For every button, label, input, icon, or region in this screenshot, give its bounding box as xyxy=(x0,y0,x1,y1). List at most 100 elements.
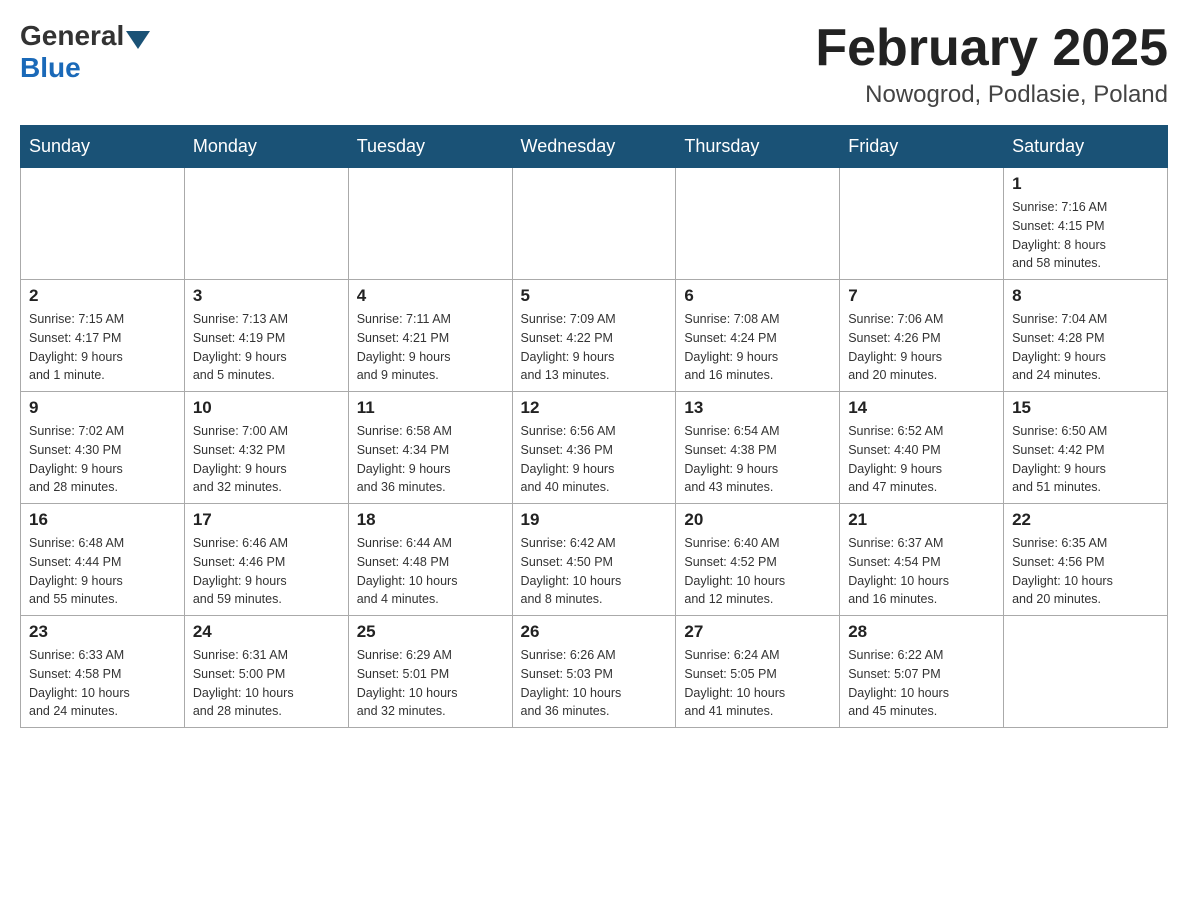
calendar-cell: 8 Sunrise: 7:04 AMSunset: 4:28 PMDaylight… xyxy=(1004,280,1168,392)
day-number: 26 xyxy=(521,622,668,642)
day-info: Sunrise: 6:35 AMSunset: 4:56 PMDaylight:… xyxy=(1012,534,1159,609)
day-number: 27 xyxy=(684,622,831,642)
logo-blue: Blue xyxy=(20,52,81,83)
calendar-cell: 3 Sunrise: 7:13 AMSunset: 4:19 PMDaylight… xyxy=(184,280,348,392)
day-number: 17 xyxy=(193,510,340,530)
calendar-cell: 14 Sunrise: 6:52 AMSunset: 4:40 PMDayligh… xyxy=(840,392,1004,504)
week-row-4: 16 Sunrise: 6:48 AMSunset: 4:44 PMDayligh… xyxy=(21,504,1168,616)
week-row-2: 2Sunrise: 7:15 AMSunset: 4:17 PMDaylight… xyxy=(21,280,1168,392)
calendar-cell: 10 Sunrise: 7:00 AMSunset: 4:32 PMDayligh… xyxy=(184,392,348,504)
calendar-cell: 28Sunrise: 6:22 AMSunset: 5:07 PMDayligh… xyxy=(840,616,1004,728)
calendar-cell: 13Sunrise: 6:54 AMSunset: 4:38 PMDayligh… xyxy=(676,392,840,504)
calendar-cell: 23 Sunrise: 6:33 AMSunset: 4:58 PMDayligh… xyxy=(21,616,185,728)
day-info: Sunrise: 6:40 AMSunset: 4:52 PMDaylight:… xyxy=(684,534,831,609)
weekday-header-thursday: Thursday xyxy=(676,126,840,168)
day-info: Sunrise: 6:26 AMSunset: 5:03 PMDaylight:… xyxy=(521,646,668,721)
day-number: 15 xyxy=(1012,398,1159,418)
day-number: 13 xyxy=(684,398,831,418)
logo-general: General xyxy=(20,20,124,52)
calendar-cell: 5Sunrise: 7:09 AMSunset: 4:22 PMDaylight… xyxy=(512,280,676,392)
day-info: Sunrise: 6:56 AMSunset: 4:36 PMDaylight:… xyxy=(521,422,668,497)
weekday-header-sunday: Sunday xyxy=(21,126,185,168)
calendar-cell: 19Sunrise: 6:42 AMSunset: 4:50 PMDayligh… xyxy=(512,504,676,616)
day-info: Sunrise: 7:00 AMSunset: 4:32 PMDaylight:… xyxy=(193,422,340,497)
calendar-cell: 24 Sunrise: 6:31 AMSunset: 5:00 PMDayligh… xyxy=(184,616,348,728)
calendar-cell xyxy=(348,168,512,280)
day-number: 7 xyxy=(848,286,995,306)
day-info: Sunrise: 7:11 AMSunset: 4:21 PMDaylight:… xyxy=(357,310,504,385)
calendar-cell: 2Sunrise: 7:15 AMSunset: 4:17 PMDaylight… xyxy=(21,280,185,392)
weekday-header-friday: Friday xyxy=(840,126,1004,168)
month-title: February 2025 xyxy=(815,20,1168,77)
calendar-cell xyxy=(840,168,1004,280)
day-number: 3 xyxy=(193,286,340,306)
day-number: 5 xyxy=(521,286,668,306)
day-info: Sunrise: 6:48 AMSunset: 4:44 PMDaylight:… xyxy=(29,534,176,609)
day-info: Sunrise: 6:29 AMSunset: 5:01 PMDaylight:… xyxy=(357,646,504,721)
day-info: Sunrise: 6:50 AMSunset: 4:42 PMDaylight:… xyxy=(1012,422,1159,497)
calendar-cell: 9 Sunrise: 7:02 AMSunset: 4:30 PMDaylight… xyxy=(21,392,185,504)
day-info: Sunrise: 7:15 AMSunset: 4:17 PMDaylight:… xyxy=(29,310,176,385)
day-number: 4 xyxy=(357,286,504,306)
day-info: Sunrise: 6:44 AMSunset: 4:48 PMDaylight:… xyxy=(357,534,504,609)
week-row-5: 23 Sunrise: 6:33 AMSunset: 4:58 PMDayligh… xyxy=(21,616,1168,728)
day-info: Sunrise: 6:58 AMSunset: 4:34 PMDaylight:… xyxy=(357,422,504,497)
weekday-header-wednesday: Wednesday xyxy=(512,126,676,168)
week-row-1: 1Sunrise: 7:16 AMSunset: 4:15 PMDaylight… xyxy=(21,168,1168,280)
day-number: 12 xyxy=(521,398,668,418)
calendar-cell: 18 Sunrise: 6:44 AMSunset: 4:48 PMDayligh… xyxy=(348,504,512,616)
day-number: 24 xyxy=(193,622,340,642)
day-number: 9 xyxy=(29,398,176,418)
calendar-cell: 15 Sunrise: 6:50 AMSunset: 4:42 PMDayligh… xyxy=(1004,392,1168,504)
title-section: February 2025 Nowogrod, Podlasie, Poland xyxy=(815,20,1168,109)
day-number: 21 xyxy=(848,510,995,530)
weekday-header-tuesday: Tuesday xyxy=(348,126,512,168)
calendar-cell: 20Sunrise: 6:40 AMSunset: 4:52 PMDayligh… xyxy=(676,504,840,616)
day-info: Sunrise: 7:13 AMSunset: 4:19 PMDaylight:… xyxy=(193,310,340,385)
day-info: Sunrise: 7:04 AMSunset: 4:28 PMDaylight:… xyxy=(1012,310,1159,385)
calendar-cell: 6 Sunrise: 7:08 AMSunset: 4:24 PMDaylight… xyxy=(676,280,840,392)
calendar-cell: 26 Sunrise: 6:26 AMSunset: 5:03 PMDayligh… xyxy=(512,616,676,728)
day-info: Sunrise: 7:08 AMSunset: 4:24 PMDaylight:… xyxy=(684,310,831,385)
day-number: 6 xyxy=(684,286,831,306)
day-number: 10 xyxy=(193,398,340,418)
weekday-header-row: SundayMondayTuesdayWednesdayThursdayFrid… xyxy=(21,126,1168,168)
day-number: 11 xyxy=(357,398,504,418)
location-title: Nowogrod, Podlasie, Poland xyxy=(815,81,1168,109)
day-number: 22 xyxy=(1012,510,1159,530)
calendar-cell: 17 Sunrise: 6:46 AMSunset: 4:46 PMDayligh… xyxy=(184,504,348,616)
calendar-cell: 22 Sunrise: 6:35 AMSunset: 4:56 PMDayligh… xyxy=(1004,504,1168,616)
day-info: Sunrise: 7:16 AMSunset: 4:15 PMDaylight:… xyxy=(1012,198,1159,273)
calendar-cell: 7 Sunrise: 7:06 AMSunset: 4:26 PMDaylight… xyxy=(840,280,1004,392)
day-info: Sunrise: 6:52 AMSunset: 4:40 PMDaylight:… xyxy=(848,422,995,497)
day-info: Sunrise: 6:24 AMSunset: 5:05 PMDaylight:… xyxy=(684,646,831,721)
day-info: Sunrise: 6:31 AMSunset: 5:00 PMDaylight:… xyxy=(193,646,340,721)
calendar-cell: 21Sunrise: 6:37 AMSunset: 4:54 PMDayligh… xyxy=(840,504,1004,616)
calendar-cell: 25 Sunrise: 6:29 AMSunset: 5:01 PMDayligh… xyxy=(348,616,512,728)
day-info: Sunrise: 6:33 AMSunset: 4:58 PMDaylight:… xyxy=(29,646,176,721)
calendar-cell: 1Sunrise: 7:16 AMSunset: 4:15 PMDaylight… xyxy=(1004,168,1168,280)
day-number: 23 xyxy=(29,622,176,642)
day-info: Sunrise: 7:02 AMSunset: 4:30 PMDaylight:… xyxy=(29,422,176,497)
calendar-table: SundayMondayTuesdayWednesdayThursdayFrid… xyxy=(20,125,1168,728)
logo-text: General xyxy=(20,20,152,52)
day-number: 25 xyxy=(357,622,504,642)
weekday-header-saturday: Saturday xyxy=(1004,126,1168,168)
calendar-cell: 4 Sunrise: 7:11 AMSunset: 4:21 PMDaylight… xyxy=(348,280,512,392)
calendar-cell: 27 Sunrise: 6:24 AMSunset: 5:05 PMDayligh… xyxy=(676,616,840,728)
calendar-cell xyxy=(676,168,840,280)
logo-arrow-icon xyxy=(126,31,150,49)
day-number: 16 xyxy=(29,510,176,530)
calendar-cell: 12 Sunrise: 6:56 AMSunset: 4:36 PMDayligh… xyxy=(512,392,676,504)
day-info: Sunrise: 6:46 AMSunset: 4:46 PMDaylight:… xyxy=(193,534,340,609)
calendar-cell xyxy=(1004,616,1168,728)
day-number: 28 xyxy=(848,622,995,642)
day-number: 14 xyxy=(848,398,995,418)
day-info: Sunrise: 6:42 AMSunset: 4:50 PMDaylight:… xyxy=(521,534,668,609)
day-number: 18 xyxy=(357,510,504,530)
calendar-cell xyxy=(21,168,185,280)
day-info: Sunrise: 7:06 AMSunset: 4:26 PMDaylight:… xyxy=(848,310,995,385)
calendar-cell: 16 Sunrise: 6:48 AMSunset: 4:44 PMDayligh… xyxy=(21,504,185,616)
logo-blue-text: Blue xyxy=(20,52,81,84)
day-number: 8 xyxy=(1012,286,1159,306)
